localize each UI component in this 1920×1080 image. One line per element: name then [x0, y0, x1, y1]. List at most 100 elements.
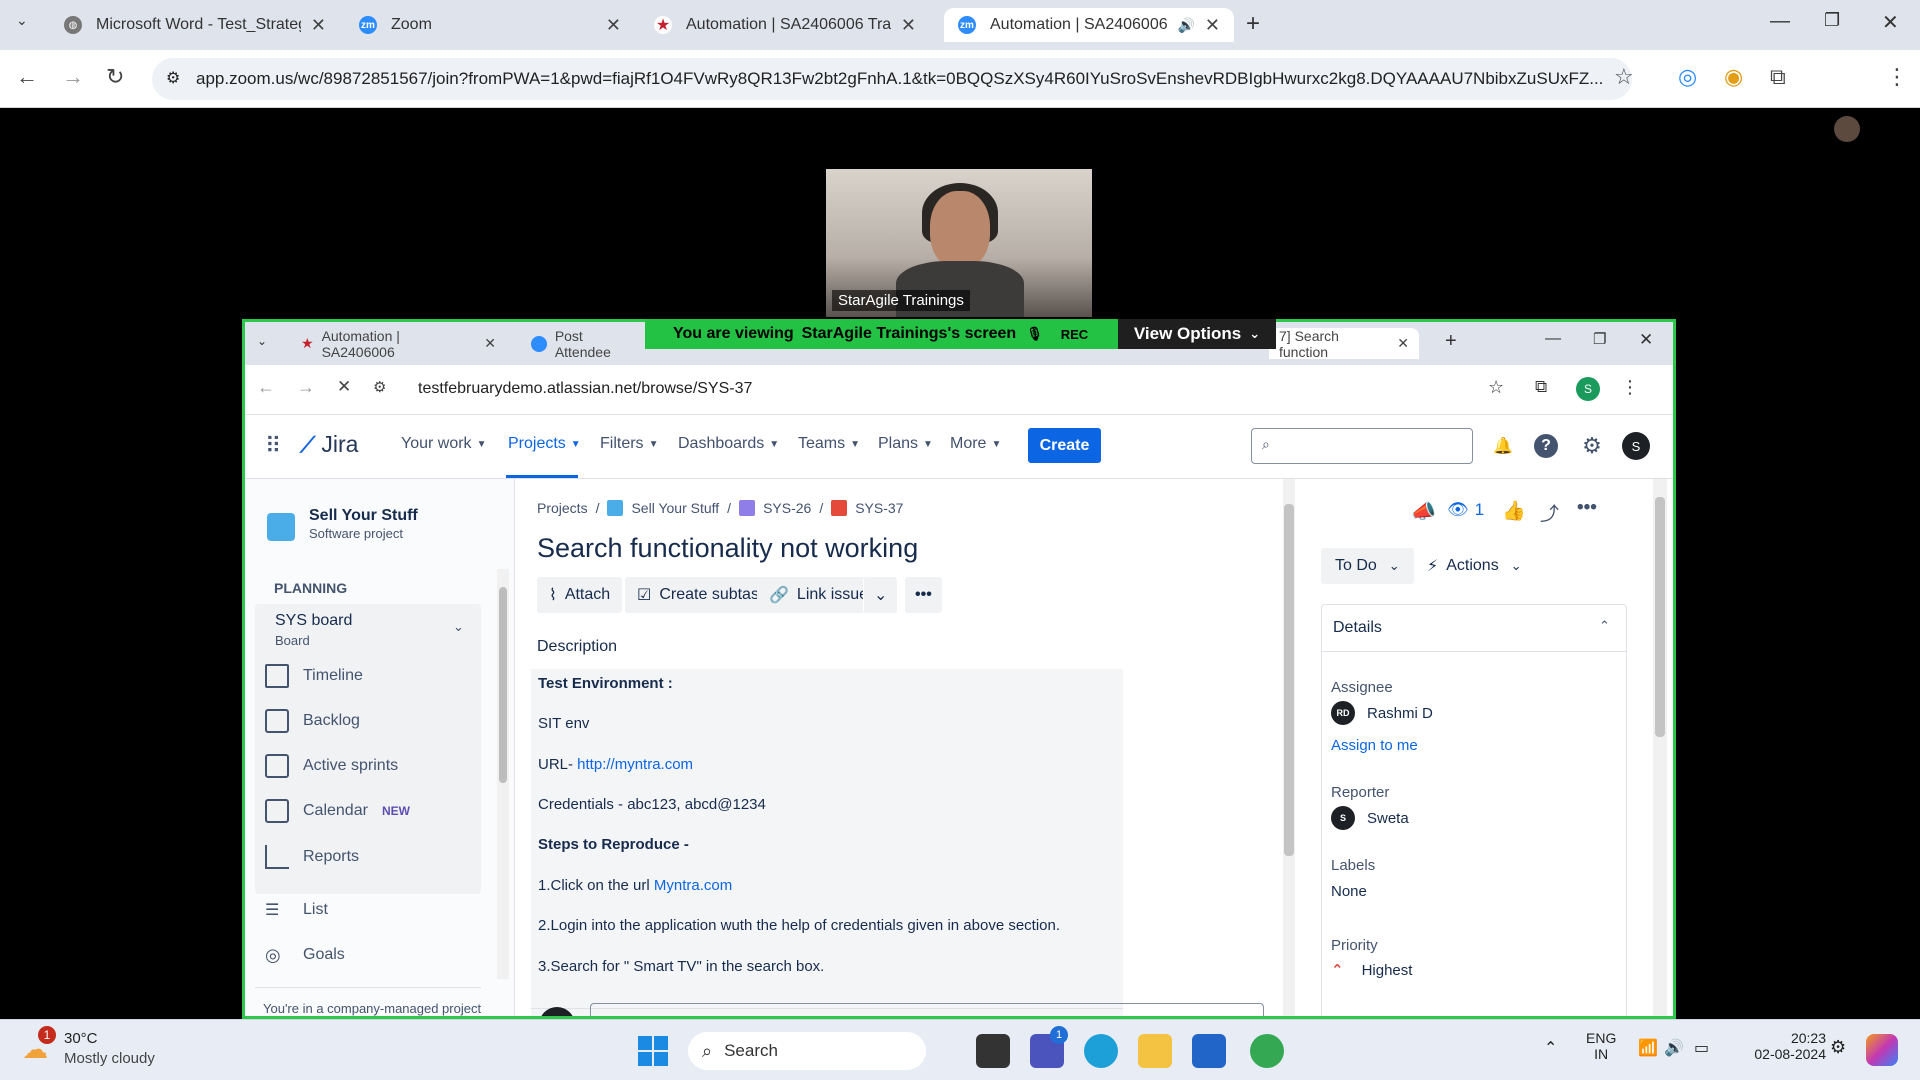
restore-icon[interactable]: ❐ [1824, 10, 1840, 31]
close-icon[interactable]: ✕ [311, 15, 326, 36]
language-indicator[interactable]: ENG IN [1586, 1030, 1616, 1062]
panel-scrollbar[interactable] [1653, 479, 1667, 1016]
inner-tab-search-function[interactable]: 7] Search function ✕ [1269, 328, 1419, 360]
stop-loading-icon[interactable]: ✕ [337, 377, 351, 397]
board-name[interactable]: SYS board [275, 612, 352, 630]
labels-field[interactable]: None [1331, 883, 1367, 900]
chevron-up-icon[interactable]: ⌃ [1544, 1038, 1557, 1058]
link-issue-dropdown[interactable]: ⌄ [863, 577, 898, 613]
new-tab-icon[interactable]: + [1445, 330, 1457, 353]
site-info-icon[interactable]: ⚙ [166, 68, 180, 88]
nav-filters[interactable]: Filters ▼ [600, 435, 658, 453]
speaker-icon[interactable]: 🔊 [1177, 17, 1194, 34]
project-name[interactable]: Sell Your Stuff [309, 507, 418, 525]
sidebar-scrollbar[interactable] [497, 569, 509, 979]
thumbs-up-icon[interactable]: 👍 [1502, 499, 1526, 523]
myntra-url-link[interactable]: http://myntra.com [577, 756, 693, 773]
main-scrollbar[interactable] [1283, 479, 1295, 1016]
extension-icon-2[interactable]: ◉ [1724, 64, 1743, 90]
breadcrumb-project[interactable]: Sell Your Stuff [631, 500, 719, 516]
app-switcher-icon[interactable]: ⠿ [265, 433, 281, 459]
breadcrumb-parent[interactable]: SYS-26 [763, 500, 811, 516]
tab-search-chevron-icon[interactable]: ⌄ [16, 12, 28, 29]
inner-tab-post-attendee[interactable]: Post Attendee [521, 328, 651, 360]
back-icon[interactable]: ← [257, 377, 275, 398]
jira-logo[interactable]: ⟋ Jira [300, 431, 358, 458]
search-input[interactable]: ⌕ [1251, 428, 1473, 464]
scrollbar-thumb[interactable] [499, 587, 507, 783]
windows-start-icon[interactable] [638, 1036, 668, 1066]
nav-dashboards[interactable]: Dashboards ▼ [678, 435, 779, 453]
inner-url[interactable]: testfebruarydemo.atlassian.net/browse/SY… [418, 380, 752, 398]
weather-widget[interactable]: ☁ 1 [22, 1026, 56, 1064]
sidebar-item-reports[interactable]: Reports [265, 836, 475, 878]
tab-zoom[interactable]: zm Zoom ✕ [345, 8, 635, 42]
back-icon[interactable]: ← [16, 64, 38, 90]
megaphone-icon[interactable]: 📣 [1411, 499, 1436, 524]
inner-tab-automation[interactable]: ★ Automation | SA2406006 ✕ [291, 328, 506, 360]
close-icon[interactable]: ✕ [1205, 15, 1220, 36]
tab-search-chevron-icon[interactable]: ⌄ [257, 334, 267, 348]
new-tab-icon[interactable]: + [1246, 10, 1260, 38]
scrollbar-thumb[interactable] [1284, 504, 1294, 856]
details-header[interactable]: Details ⌃ [1321, 604, 1627, 652]
sidebar-item-goals[interactable]: ◎ Goals [265, 934, 475, 976]
sidebar-item-backlog[interactable]: Backlog [265, 700, 475, 742]
sidebar-item-calendar[interactable]: Calendar NEW [265, 790, 475, 832]
url-field[interactable]: ⚙ app.zoom.us/wc/89872851567/join?fromPW… [152, 58, 1632, 100]
profile-avatar[interactable]: S [1576, 377, 1600, 401]
tab-word[interactable]: ◍ Microsoft Word - Test_Strategy ✕ [50, 8, 340, 42]
store-icon[interactable] [1192, 1034, 1226, 1068]
volume-icon[interactable]: 🔊 [1664, 1038, 1684, 1058]
close-icon[interactable]: ✕ [1397, 335, 1409, 352]
nav-plans[interactable]: Plans ▼ [878, 435, 933, 453]
actions-dropdown[interactable]: ⚡ Actions ⌄ [1417, 548, 1532, 584]
breadcrumb-projects[interactable]: Projects [537, 500, 588, 516]
edge-icon[interactable] [1084, 1034, 1118, 1068]
sidebar-item-list[interactable]: ☰ List [265, 889, 475, 931]
help-icon[interactable]: ? [1534, 434, 1558, 458]
taskbar-search[interactable]: ⌕ Search [688, 1032, 926, 1070]
site-info-icon[interactable]: ⚙ [373, 378, 386, 396]
close-icon[interactable]: ✕ [484, 335, 496, 352]
myntra-link[interactable]: Myntra.com [654, 877, 732, 894]
wifi-icon[interactable]: 📶 [1638, 1038, 1658, 1058]
comment-input[interactable]: Add a comment... [590, 1003, 1264, 1016]
assignee-field[interactable]: RD Rashmi D [1331, 701, 1433, 725]
reload-icon[interactable]: ↻ [106, 64, 124, 90]
more-options-icon[interactable]: ••• [1577, 497, 1597, 519]
battery-icon[interactable]: ▭ [1694, 1038, 1709, 1058]
create-subtask-button[interactable]: ☑ Create subtask [625, 577, 779, 613]
close-icon[interactable]: ✕ [901, 15, 916, 36]
description-body[interactable]: Test Environment : SIT env URL- http://m… [531, 669, 1123, 1016]
tab-automation-active[interactable]: zm Automation | SA2406006 Tr 🔊 ✕ [944, 8, 1234, 42]
priority-field[interactable]: ⌃ Highest [1331, 961, 1412, 980]
restore-icon[interactable]: ❐ [1593, 330, 1606, 348]
teams-icon[interactable]: 1 [1030, 1026, 1068, 1068]
forward-icon[interactable]: → [62, 64, 84, 90]
nav-more[interactable]: More ▼ [950, 435, 1001, 453]
system-clock[interactable]: 20:23 02-08-2024 [1746, 1030, 1826, 1062]
chevron-down-icon[interactable]: ⌄ [453, 619, 464, 635]
window-close-icon[interactable]: ✕ [1639, 330, 1653, 350]
nav-teams[interactable]: Teams ▼ [798, 435, 860, 453]
chrome-icon[interactable] [1250, 1034, 1284, 1068]
link-issue-button[interactable]: 🔗 Link issue [757, 577, 881, 613]
scrollbar-thumb[interactable] [1655, 497, 1665, 737]
settings-icon[interactable]: ⚙ [1830, 1037, 1846, 1058]
profile-avatar[interactable] [1834, 116, 1860, 142]
notifications-icon[interactable]: 🔔 [1489, 432, 1517, 460]
nav-projects[interactable]: Projects ▼ [508, 435, 581, 453]
copilot-icon[interactable] [1866, 1034, 1898, 1066]
forward-icon[interactable]: → [297, 377, 315, 398]
bookmark-star-icon[interactable]: ☆ [1488, 377, 1504, 398]
bookmark-star-icon[interactable]: ☆ [1614, 64, 1634, 90]
extensions-puzzle-icon[interactable]: ⧉ [1535, 377, 1547, 397]
issue-title[interactable]: Search functionality not working [537, 533, 918, 564]
more-actions-button[interactable]: ••• [905, 577, 942, 613]
reporter-field[interactable]: S Sweta [1331, 806, 1409, 830]
file-explorer-icon[interactable] [1138, 1034, 1172, 1068]
status-dropdown[interactable]: To Do ⌄ [1321, 548, 1414, 584]
sidebar-item-active-sprints[interactable]: Active sprints [265, 745, 475, 787]
gear-icon[interactable]: ⚙ [1578, 432, 1606, 460]
